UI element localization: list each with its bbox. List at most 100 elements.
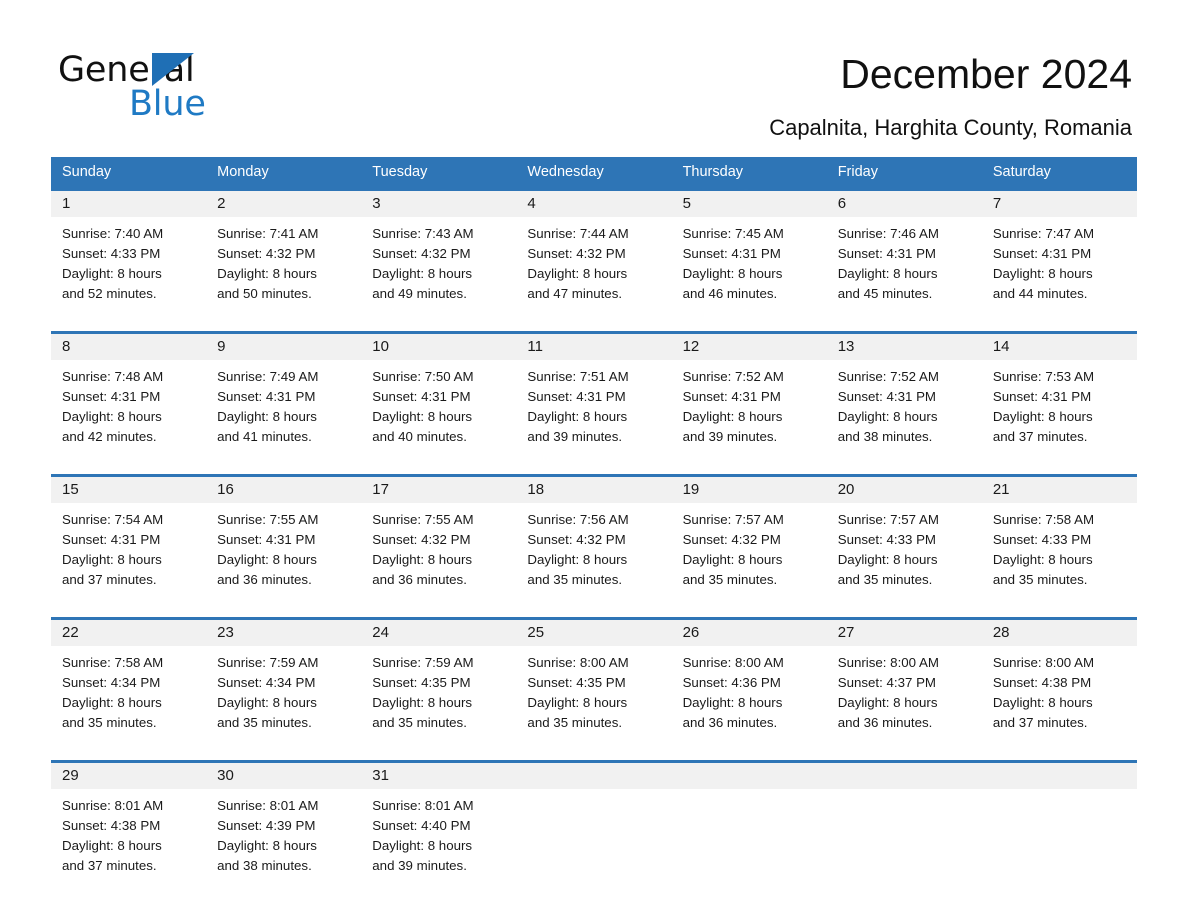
day-cell[interactable]: 9 Sunrise: 7:49 AM Sunset: 4:31 PM Dayli…: [206, 334, 362, 460]
sunrise-text: Sunrise: 7:54 AM: [62, 512, 164, 527]
day-cell[interactable]: 13 Sunrise: 7:52 AM Sunset: 4:31 PM Dayl…: [826, 334, 982, 460]
day-cell[interactable]: 24 Sunrise: 7:59 AM Sunset: 4:35 PM Dayl…: [361, 620, 517, 746]
day-info: Sunrise: 7:52 AM Sunset: 4:31 PM Dayligh…: [827, 360, 982, 460]
calendar-page: General Blue December 2024 Capalnita, Ha…: [0, 0, 1188, 918]
calendar-week-row: 29 Sunrise: 8:01 AM Sunset: 4:38 PM Dayl…: [51, 760, 1137, 889]
day-number: 16: [206, 477, 362, 503]
sunset-text: Sunset: 4:33 PM: [62, 246, 161, 261]
day-number: 29: [51, 763, 207, 789]
day-cell[interactable]: 11 Sunrise: 7:51 AM Sunset: 4:31 PM Dayl…: [516, 334, 672, 460]
day-cell[interactable]: 10 Sunrise: 7:50 AM Sunset: 4:31 PM Dayl…: [361, 334, 517, 460]
day-info: Sunrise: 7:40 AM Sunset: 4:33 PM Dayligh…: [51, 217, 206, 317]
sunset-text: Sunset: 4:32 PM: [372, 246, 471, 261]
weekday-monday: Monday: [217, 164, 269, 180]
daylight-text-line2: and 45 minutes.: [837, 286, 933, 301]
sunset-text: Sunset: 4:38 PM: [62, 818, 161, 833]
day-info: Sunrise: 7:55 AM Sunset: 4:31 PM Dayligh…: [206, 503, 361, 603]
day-cell[interactable]: 5 Sunrise: 7:45 AM Sunset: 4:31 PM Dayli…: [671, 191, 827, 317]
day-cell[interactable]: 15 Sunrise: 7:54 AM Sunset: 4:31 PM Dayl…: [51, 477, 207, 603]
sunset-text: Sunset: 4:39 PM: [217, 818, 316, 833]
weekday-friday: Friday: [837, 164, 878, 180]
page-title: December 2024: [840, 51, 1132, 97]
day-info: Sunrise: 7:41 AM Sunset: 4:32 PM Dayligh…: [206, 217, 361, 317]
day-cell[interactable]: 28 Sunrise: 8:00 AM Sunset: 4:38 PM Dayl…: [981, 620, 1137, 746]
day-number: 15: [51, 477, 207, 503]
sunrise-text: Sunrise: 7:58 AM: [62, 655, 164, 670]
day-cell[interactable]: 4 Sunrise: 7:44 AM Sunset: 4:32 PM Dayli…: [516, 191, 672, 317]
day-cell[interactable]: 22 Sunrise: 7:58 AM Sunset: 4:34 PM Dayl…: [51, 620, 207, 746]
sunset-text: Sunset: 4:40 PM: [372, 818, 471, 833]
day-cell[interactable]: 19 Sunrise: 7:57 AM Sunset: 4:32 PM Dayl…: [671, 477, 827, 603]
daylight-text-line2: and 38 minutes.: [217, 858, 312, 873]
day-cell[interactable]: 2 Sunrise: 7:41 AM Sunset: 4:32 PM Dayli…: [206, 191, 362, 317]
sunrise-text: Sunrise: 7:59 AM: [372, 655, 474, 670]
day-cell[interactable]: 29 Sunrise: 8:01 AM Sunset: 4:38 PM Dayl…: [51, 763, 207, 889]
day-number: 7: [981, 191, 1137, 217]
day-cell[interactable]: 27 Sunrise: 8:00 AM Sunset: 4:37 PM Dayl…: [826, 620, 982, 746]
day-info: Sunrise: 8:00 AM Sunset: 4:35 PM Dayligh…: [516, 646, 671, 746]
daylight-text-line1: Daylight: 8 hours: [372, 266, 473, 281]
day-info: Sunrise: 8:00 AM Sunset: 4:37 PM Dayligh…: [827, 646, 982, 746]
daylight-text-line1: Daylight: 8 hours: [837, 552, 938, 567]
day-cell[interactable]: 25 Sunrise: 8:00 AM Sunset: 4:35 PM Dayl…: [516, 620, 672, 746]
day-info: Sunrise: 8:01 AM Sunset: 4:39 PM Dayligh…: [206, 789, 361, 889]
daylight-text-line1: Daylight: 8 hours: [682, 552, 783, 567]
day-number: 31: [361, 763, 517, 789]
day-number: 18: [516, 477, 672, 503]
day-cell[interactable]: 18 Sunrise: 7:56 AM Sunset: 4:32 PM Dayl…: [516, 477, 672, 603]
calendar-table: Sunday Monday Tuesday Wednesday Thursday…: [51, 157, 1137, 889]
day-number: 6: [826, 191, 982, 217]
daylight-text-line1: Daylight: 8 hours: [992, 266, 1093, 281]
day-cell[interactable]: 23 Sunrise: 7:59 AM Sunset: 4:34 PM Dayl…: [206, 620, 362, 746]
day-cell[interactable]: 30 Sunrise: 8:01 AM Sunset: 4:39 PM Dayl…: [206, 763, 362, 889]
day-info: Sunrise: 7:59 AM Sunset: 4:34 PM Dayligh…: [206, 646, 361, 746]
day-info: Sunrise: 7:49 AM Sunset: 4:31 PM Dayligh…: [206, 360, 361, 460]
sunset-text: Sunset: 4:34 PM: [217, 675, 316, 690]
day-cell[interactable]: 17 Sunrise: 7:55 AM Sunset: 4:32 PM Dayl…: [361, 477, 517, 603]
day-info: Sunrise: 7:52 AM Sunset: 4:31 PM Dayligh…: [672, 360, 827, 460]
day-cell[interactable]: 7 Sunrise: 7:47 AM Sunset: 4:31 PM Dayli…: [981, 191, 1137, 317]
sunrise-text: Sunrise: 7:59 AM: [217, 655, 319, 670]
sunrise-text: Sunrise: 7:40 AM: [62, 226, 164, 241]
day-number: 2: [206, 191, 362, 217]
day-cell[interactable]: 12 Sunrise: 7:52 AM Sunset: 4:31 PM Dayl…: [671, 334, 827, 460]
sunrise-text: Sunrise: 7:56 AM: [527, 512, 629, 527]
daylight-text-line1: Daylight: 8 hours: [527, 409, 628, 424]
weekday-thursday: Thursday: [682, 164, 744, 180]
daylight-text-line2: and 44 minutes.: [992, 286, 1088, 301]
day-cell[interactable]: 6 Sunrise: 7:46 AM Sunset: 4:31 PM Dayli…: [826, 191, 982, 317]
sunrise-text: Sunrise: 7:51 AM: [527, 369, 629, 384]
daylight-text-line1: Daylight: 8 hours: [992, 695, 1093, 710]
day-cell[interactable]: 26 Sunrise: 8:00 AM Sunset: 4:36 PM Dayl…: [671, 620, 827, 746]
weekday-wednesday: Wednesday: [527, 164, 604, 180]
daylight-text-line2: and 36 minutes.: [682, 715, 778, 730]
day-info: Sunrise: 7:54 AM Sunset: 4:31 PM Dayligh…: [51, 503, 206, 603]
daylight-text-line1: Daylight: 8 hours: [372, 695, 473, 710]
sunrise-text: Sunrise: 7:50 AM: [372, 369, 474, 384]
day-cell[interactable]: 31 Sunrise: 8:01 AM Sunset: 4:40 PM Dayl…: [361, 763, 517, 889]
day-number: 5: [671, 191, 827, 217]
daylight-text-line2: and 39 minutes.: [372, 858, 467, 873]
day-cell[interactable]: 1 Sunrise: 7:40 AM Sunset: 4:33 PM Dayli…: [51, 191, 207, 317]
day-cell[interactable]: 3 Sunrise: 7:43 AM Sunset: 4:32 PM Dayli…: [361, 191, 517, 317]
day-cell[interactable]: 21 Sunrise: 7:58 AM Sunset: 4:33 PM Dayl…: [981, 477, 1137, 603]
day-cell[interactable]: 14 Sunrise: 7:53 AM Sunset: 4:31 PM Dayl…: [981, 334, 1137, 460]
sunset-text: Sunset: 4:32 PM: [527, 532, 626, 547]
day-cell[interactable]: 20 Sunrise: 7:57 AM Sunset: 4:33 PM Dayl…: [826, 477, 982, 603]
sunrise-text: Sunrise: 7:55 AM: [217, 512, 319, 527]
day-info: Sunrise: 7:58 AM Sunset: 4:33 PM Dayligh…: [982, 503, 1137, 603]
sunrise-text: Sunrise: 8:00 AM: [992, 655, 1095, 670]
daylight-text-line2: and 36 minutes.: [837, 715, 933, 730]
sunset-text: Sunset: 4:33 PM: [992, 532, 1092, 547]
sunrise-text: Sunrise: 7:52 AM: [837, 369, 939, 384]
sunrise-text: Sunrise: 8:01 AM: [217, 798, 319, 813]
day-info: Sunrise: 7:57 AM Sunset: 4:33 PM Dayligh…: [827, 503, 982, 603]
day-info: Sunrise: 7:58 AM Sunset: 4:34 PM Dayligh…: [51, 646, 206, 746]
calendar-week-row: 22 Sunrise: 7:58 AM Sunset: 4:34 PM Dayl…: [51, 617, 1137, 746]
day-cell[interactable]: 16 Sunrise: 7:55 AM Sunset: 4:31 PM Dayl…: [206, 477, 362, 603]
daylight-text-line2: and 37 minutes.: [62, 858, 157, 873]
day-number: 17: [361, 477, 517, 503]
day-info: Sunrise: 8:01 AM Sunset: 4:38 PM Dayligh…: [51, 789, 206, 889]
day-cell[interactable]: 8 Sunrise: 7:48 AM Sunset: 4:31 PM Dayli…: [51, 334, 207, 460]
day-number: 27: [826, 620, 982, 646]
